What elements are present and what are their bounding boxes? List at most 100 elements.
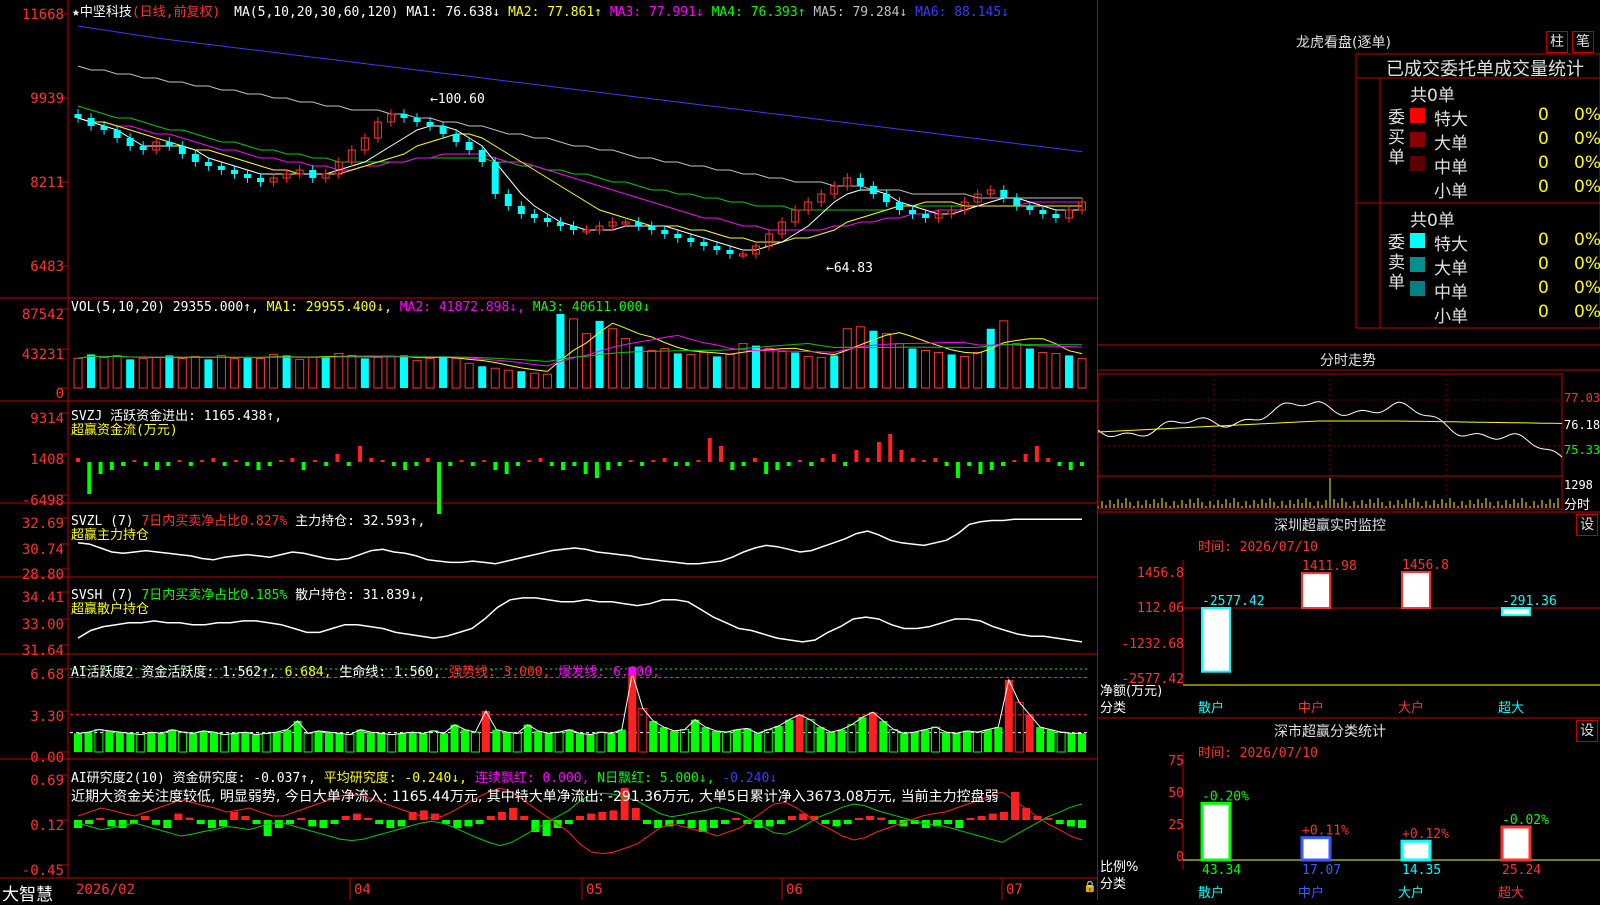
sz-monitor-xunit: 分类 [1100,701,1127,716]
buy-row-count: 0 [1538,153,1549,173]
buy-row-label: 小单 [1434,182,1468,202]
ai2-ytick: 0.69 [30,773,64,789]
volume-bar [321,356,330,388]
fund-flow-bar [797,460,802,462]
volume-bar [295,358,305,389]
sz-monitor-bar-label: -291.36 [1502,594,1557,609]
fund-flow-bar [662,458,667,462]
date-label: 2026/02 [76,882,136,898]
fund-flow-bar [515,462,520,466]
research-bar [196,820,205,824]
ma-legend-item: MA6: 88.145↓ [915,5,1010,20]
volume-bar [334,352,344,389]
sz-monitor-ytick: 112.06 [1137,601,1184,616]
fund-flow-bar [843,462,848,466]
fund-flow-bar [628,460,633,462]
activity-bar [408,732,417,752]
fund-flow-bar [865,458,870,462]
svzj-sub: 超赢资金流(万元) [71,423,178,438]
candle-body [309,170,317,178]
lhb-header: 已成交委托单成交量统计 [1386,59,1584,80]
volume-bar [478,366,487,388]
lock-icon[interactable]: 🔒 [1083,880,1097,893]
research-bar [453,820,462,828]
fund-flow-bar [764,462,769,474]
ai2-note: 近期大资金关注度较低, 明显弱势, 今日大单净流入: 1165.44万元, 其中… [71,789,999,805]
fund-flow-bar [707,438,712,462]
fund-flow-bar [1046,458,1051,462]
buy-row-count: 0 [1538,177,1549,197]
volume-bar [647,349,657,389]
research-bar [598,812,607,820]
fund-flow-bar [888,434,893,462]
vol-legend: MA1: 29955.400↓, MA2: 41872.898↓, MA3: 4… [267,300,651,315]
activity-bar [356,729,365,752]
candle-body [713,246,721,250]
stock-title: ★中坚科技 [72,5,132,20]
fund-flow-bar [267,462,272,466]
research-bar [776,820,785,824]
fund-flow-bar [583,462,588,474]
fund-flow-bar [425,458,430,462]
research-bar [330,820,339,824]
intraday-title: 分时走势 [1320,353,1376,369]
ai1-legend-item: 生命线: 1.560, [339,665,449,680]
activity-bar [303,732,313,753]
sell-xl-swatch [1410,233,1425,248]
buy-row-label: 大单 [1434,134,1468,154]
fund-flow-bar [188,462,193,466]
volume-bar [1038,351,1048,389]
ai2-ytick: -0.45 [21,863,64,879]
main-ytick: 11668 [21,7,64,23]
fund-flow-bar [730,462,735,470]
sell-row-count: 0 [1538,278,1549,298]
chart-area[interactable]: ★中坚科技(日线,前复权) MA(5,10,20,30,60,120) MA1:… [0,0,1098,905]
research-bar [709,820,718,828]
sz-monitor-xtick: 大户 [1398,701,1425,716]
fund-flow-bar [109,462,114,470]
fund-flow-bar [606,462,611,470]
main-ytick: 6483 [30,259,64,275]
sz-class-settings-button[interactable]: 设 [1576,720,1598,742]
fund-flow-bar [200,460,205,462]
candle-body [74,114,82,118]
activity-bar [440,733,449,752]
activity-bar [325,732,333,752]
research-bar [207,820,216,828]
fund-flow-bar [256,462,261,470]
volume-bar [256,357,266,389]
ma-legend-item: MA4: 76.393↑ [711,5,814,20]
volume-bar [177,357,187,389]
sz-class-value-label: 17.07 [1302,863,1341,878]
tick-mode-button[interactable]: 笔 [1572,31,1594,53]
intraday-ytick: 77.03 [1564,391,1600,405]
candle-body [1013,198,1021,206]
volume-bar [529,372,539,389]
fund-flow-bar [594,462,599,478]
research-bar [185,817,194,820]
volume-bar [855,326,865,389]
activity-bar [136,734,146,753]
research-bar [765,820,774,827]
fund-flow-bar [459,460,464,462]
research-bar [375,820,384,824]
activity-bar [74,733,82,752]
volume-bar [151,356,161,389]
research-bar [832,820,841,827]
bar-mode-button[interactable]: 柱 [1546,31,1568,53]
sz-monitor-settings-button[interactable]: 设 [1576,514,1598,536]
date-label: 06 [786,882,803,898]
chart-canvas[interactable] [0,0,1098,900]
activity-bar [962,730,971,752]
fund-flow-bar [448,462,453,466]
activity-bar [858,717,867,752]
retail-holding-line [77,597,1083,643]
sz-monitor-xtick: 超大 [1498,701,1525,716]
candle-body [478,150,486,162]
candle-body [257,178,265,182]
volume-bar [960,355,970,389]
research-bar [297,818,306,820]
high-price-label: ←100.60 [430,92,485,107]
activity-bar [544,733,553,752]
fund-flow-bar [527,460,532,462]
